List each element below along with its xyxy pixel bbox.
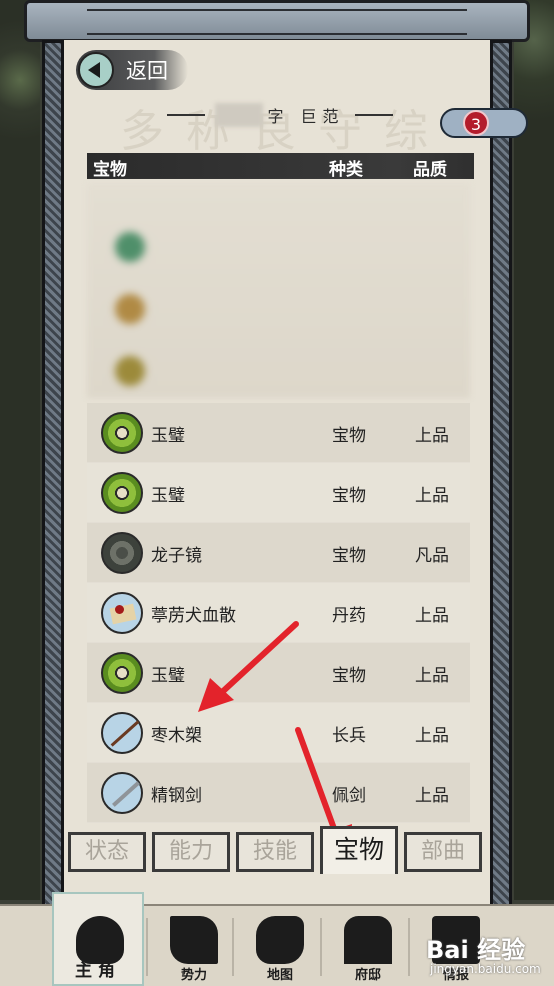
nav-label: 地图 bbox=[266, 968, 293, 983]
item-name: 葶苈犬血散 bbox=[151, 606, 236, 626]
item-type: 宝物 bbox=[332, 486, 366, 506]
nav-mansion[interactable]: 府邸 bbox=[322, 906, 414, 986]
tab-status[interactable]: 状态 bbox=[68, 832, 146, 872]
title-ornament-left bbox=[167, 114, 206, 116]
mansion-icon bbox=[344, 916, 392, 964]
item-type: 长兵 bbox=[332, 726, 366, 746]
back-arrow-icon bbox=[78, 52, 114, 88]
table-row[interactable]: 葶苈犬血散 丹药 上品 bbox=[87, 583, 470, 643]
column-header-item: 宝物 bbox=[93, 160, 127, 180]
tab-skills[interactable]: 技能 bbox=[236, 832, 314, 872]
scroll-top-rod bbox=[24, 0, 530, 42]
item-type: 丹药 bbox=[332, 606, 366, 626]
jade-disc-icon bbox=[101, 412, 143, 454]
column-header-type: 种类 bbox=[329, 160, 363, 180]
item-list: 玉璧 宝物 上品 玉璧 宝物 上品 龙子镜 宝物 凡品 葶苈犬血散 丹药 上品 … bbox=[87, 403, 470, 823]
table-row[interactable]: 精钢剑 佩剑 上品 bbox=[87, 763, 470, 823]
table-row[interactable]: 玉璧 宝物 上品 bbox=[87, 643, 470, 703]
item-grade: 上品 bbox=[415, 726, 449, 746]
spear-icon bbox=[101, 712, 143, 754]
item-name: 精钢剑 bbox=[151, 786, 202, 806]
item-name: 玉璧 bbox=[151, 486, 185, 506]
scroll-border-right bbox=[490, 40, 512, 910]
item-name: 枣木槊 bbox=[151, 726, 202, 746]
item-name: 玉璧 bbox=[151, 666, 185, 686]
watermark-url: jingyan.baidu.com bbox=[430, 962, 541, 976]
table-row[interactable]: 玉璧 宝物 上品 bbox=[87, 463, 470, 523]
blurred-rows bbox=[87, 184, 470, 398]
back-label: 返回 bbox=[126, 59, 168, 83]
item-type: 佩剑 bbox=[332, 786, 366, 806]
medicine-scroll-icon bbox=[101, 592, 143, 634]
item-type: 宝物 bbox=[332, 666, 366, 686]
bronze-mirror-icon bbox=[101, 532, 143, 574]
nav-label: 势力 bbox=[180, 968, 207, 983]
nav-label: 府邸 bbox=[354, 968, 381, 983]
nav-hero[interactable]: 主角 bbox=[52, 892, 144, 986]
scroll-border-left bbox=[42, 40, 64, 910]
item-grade: 上品 bbox=[415, 606, 449, 626]
tab-troops[interactable]: 部曲 bbox=[404, 832, 482, 872]
nav-label: 主角 bbox=[75, 961, 121, 981]
flag-icon bbox=[170, 916, 218, 964]
item-type: 宝物 bbox=[332, 546, 366, 566]
blurred-name bbox=[215, 103, 264, 127]
page-title: 字 巨范 bbox=[155, 102, 405, 128]
item-grade: 上品 bbox=[415, 426, 449, 446]
item-name: 龙子镜 bbox=[151, 546, 202, 566]
item-grade: 上品 bbox=[415, 666, 449, 686]
item-type: 宝物 bbox=[332, 426, 366, 446]
column-header-grade: 品质 bbox=[413, 160, 447, 180]
table-row[interactable]: 枣木槊 长兵 上品 bbox=[87, 703, 470, 763]
item-grade: 上品 bbox=[415, 786, 449, 806]
table-row[interactable]: 龙子镜 宝物 凡品 bbox=[87, 523, 470, 583]
watermark-logo: Bai 经验 bbox=[426, 936, 526, 964]
background-left bbox=[0, 0, 40, 900]
nav-faction[interactable]: 势力 bbox=[148, 906, 240, 986]
table-row[interactable]: 玉璧 宝物 上品 bbox=[87, 403, 470, 463]
badge-count: 3 bbox=[463, 110, 489, 136]
jade-disc-icon bbox=[101, 472, 143, 514]
map-icon bbox=[256, 916, 304, 964]
back-button[interactable]: 返回 bbox=[76, 50, 188, 90]
tab-ability[interactable]: 能力 bbox=[152, 832, 230, 872]
tab-treasure[interactable]: 宝物 bbox=[320, 826, 398, 874]
table-header: 宝物 种类 品质 bbox=[87, 153, 474, 180]
title-ornament-right bbox=[354, 114, 393, 116]
title-text: 字 巨范 bbox=[267, 107, 345, 126]
cloud-badge[interactable]: 3 bbox=[440, 104, 530, 142]
tab-bar: 状态 能力 技能 宝物 部曲 bbox=[64, 826, 490, 878]
item-grade: 上品 bbox=[415, 486, 449, 506]
jade-disc-icon bbox=[101, 652, 143, 694]
item-grade: 凡品 bbox=[415, 546, 449, 566]
item-name: 玉璧 bbox=[151, 426, 185, 446]
nav-map[interactable]: 地图 bbox=[234, 906, 326, 986]
sword-icon bbox=[101, 772, 143, 814]
